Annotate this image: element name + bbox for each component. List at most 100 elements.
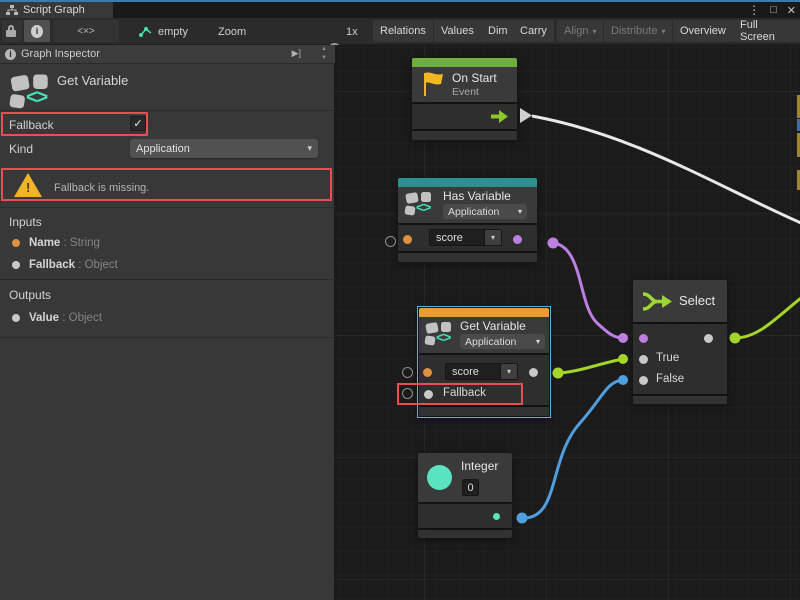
- name-input-port[interactable]: [423, 368, 432, 377]
- variable-kind-dropdown[interactable]: Application ▾: [443, 204, 527, 219]
- variables-icon: <>: [405, 191, 435, 218]
- relations-button[interactable]: Relations: [373, 20, 433, 42]
- node-select[interactable]: Select True False: [633, 280, 727, 404]
- selection-output-port[interactable]: [704, 334, 713, 343]
- wire-get-variable-to-select-true[interactable]: [558, 359, 623, 373]
- kind-dropdown[interactable]: Application ▾: [130, 139, 318, 158]
- breadcrumb[interactable]: empty: [158, 26, 188, 38]
- variable-name-field[interactable]: score ▾: [429, 229, 502, 246]
- dock-inspector-icon[interactable]: ▶]: [292, 48, 301, 59]
- bool-output-port[interactable]: [513, 235, 522, 244]
- spinner-up-icon[interactable]: ▲: [321, 45, 327, 54]
- tab-script-graph[interactable]: Script Graph: [0, 2, 113, 18]
- node-has-variable[interactable]: <> Has Variable Application ▾ score ▾: [398, 178, 537, 262]
- focus-indicator-line: [0, 0, 800, 2]
- graph-toolbar: i <×> empty Zoom 1x Relations Values Dim…: [0, 18, 800, 45]
- unconnected-port-ring[interactable]: [402, 388, 413, 399]
- input-name: Fallback: [29, 259, 75, 271]
- overview-button[interactable]: Overview: [673, 20, 733, 42]
- false-input-port[interactable]: [639, 376, 648, 385]
- node-integer[interactable]: Integer 0: [418, 453, 512, 538]
- integer-output-port[interactable]: [493, 513, 500, 520]
- flag-icon: [421, 71, 445, 98]
- trigger-output-port[interactable]: [491, 110, 508, 123]
- annotation-highlight-warning: [1, 168, 332, 201]
- code-icon: <×>: [77, 26, 95, 37]
- node-on-start[interactable]: On Start Event: [412, 58, 517, 140]
- fallback-port-label: Fallback: [443, 387, 486, 399]
- wire-endpoint-dot[interactable]: [618, 333, 628, 343]
- wire-endpoint-dot[interactable]: [553, 368, 564, 379]
- variable-glyph: <>: [26, 85, 47, 108]
- node-footer: [418, 530, 512, 538]
- unconnected-port-ring[interactable]: [385, 236, 396, 247]
- carry-label: Carry: [520, 25, 547, 37]
- unconnected-port-ring[interactable]: [402, 367, 413, 378]
- dim-button[interactable]: Dim: [481, 20, 515, 42]
- input-type: : Object: [75, 259, 118, 271]
- unit-title: Get Variable: [57, 73, 128, 88]
- variable-kind-dropdown[interactable]: Application ▾: [460, 334, 545, 349]
- variable-name-field[interactable]: score ▾: [445, 363, 518, 380]
- trigger-connector-arrow[interactable]: [520, 108, 532, 123]
- value-output-port[interactable]: [529, 368, 538, 377]
- wire-endpoint-dot[interactable]: [517, 513, 528, 524]
- values-button[interactable]: Values: [434, 20, 481, 42]
- breadcrumb-graph-icon: [138, 26, 153, 41]
- true-input-port[interactable]: [639, 355, 648, 364]
- variable-picker-button[interactable]: ▾: [500, 364, 517, 379]
- inspector-toggle-button[interactable]: i: [24, 20, 50, 42]
- full-screen-button[interactable]: Full Screen: [733, 20, 800, 42]
- maximize-icon[interactable]: □: [770, 4, 777, 16]
- kind-value: Application: [465, 336, 516, 348]
- wire-endpoint-dot[interactable]: [618, 375, 628, 385]
- variables-icon: <>: [425, 321, 455, 348]
- fallback-input-port[interactable]: [424, 390, 433, 399]
- input-row-name: Name : String: [12, 237, 100, 249]
- wire-select-output[interactable]: [735, 298, 800, 338]
- node-subtitle: Event: [452, 86, 479, 98]
- node-get-variable[interactable]: <> Get Variable Application ▾ score ▾ Fa…: [419, 308, 549, 416]
- variable-name-value: score: [430, 230, 484, 245]
- info-icon: i: [5, 49, 16, 60]
- wire-endpoint-dot[interactable]: [548, 238, 559, 249]
- input-type: : String: [60, 237, 100, 249]
- condition-input-port[interactable]: [639, 334, 648, 343]
- true-port-label: True: [656, 352, 679, 364]
- wire-endpoint-dot[interactable]: [618, 354, 628, 364]
- distribute-button[interactable]: Distribute ▾: [604, 20, 672, 42]
- tab-title: Script Graph: [23, 4, 85, 16]
- integer-type-icon: [427, 465, 452, 490]
- full-screen-label: Full Screen: [740, 19, 793, 43]
- window-controls: ⋮ □ ✕: [748, 2, 796, 18]
- distribute-label: Distribute: [611, 25, 657, 37]
- relations-label: Relations: [380, 25, 426, 37]
- node-title: Has Variable: [443, 189, 511, 203]
- menu-icon[interactable]: ⋮: [748, 3, 760, 17]
- close-icon[interactable]: ✕: [787, 4, 796, 17]
- fallback-checkbox[interactable]: ✓: [130, 116, 146, 131]
- variable-color-bar: [419, 308, 549, 317]
- wire-endpoint-dot[interactable]: [730, 333, 741, 344]
- scroll-spinner[interactable]: ▲ ▼: [321, 45, 327, 63]
- integer-value-field[interactable]: 0: [462, 479, 479, 496]
- graph-canvas[interactable]: On Start Event <> Has Variable: [335, 45, 800, 600]
- lock-button[interactable]: [2, 20, 22, 42]
- inputs-header: Inputs: [9, 215, 42, 229]
- warning-icon: !: [14, 173, 42, 199]
- wire-has-variable-to-select-condition[interactable]: [553, 243, 623, 338]
- spinner-down-icon[interactable]: ▼: [321, 54, 327, 63]
- zoom-value: 1x: [346, 26, 358, 38]
- carry-button[interactable]: Carry: [513, 20, 554, 42]
- align-label: Align: [564, 25, 588, 37]
- false-port-label: False: [656, 373, 684, 385]
- chevron-down-icon: ▾: [514, 207, 522, 216]
- align-button[interactable]: Align ▾: [557, 20, 603, 42]
- variable-picker-button[interactable]: ▾: [484, 230, 501, 245]
- code-view-button[interactable]: <×>: [53, 20, 119, 42]
- chevron-down-icon: ▾: [307, 143, 312, 154]
- name-input-port[interactable]: [403, 235, 412, 244]
- overview-label: Overview: [680, 25, 726, 37]
- wire-on-start-trigger[interactable]: [532, 116, 800, 223]
- node-footer: [419, 407, 549, 416]
